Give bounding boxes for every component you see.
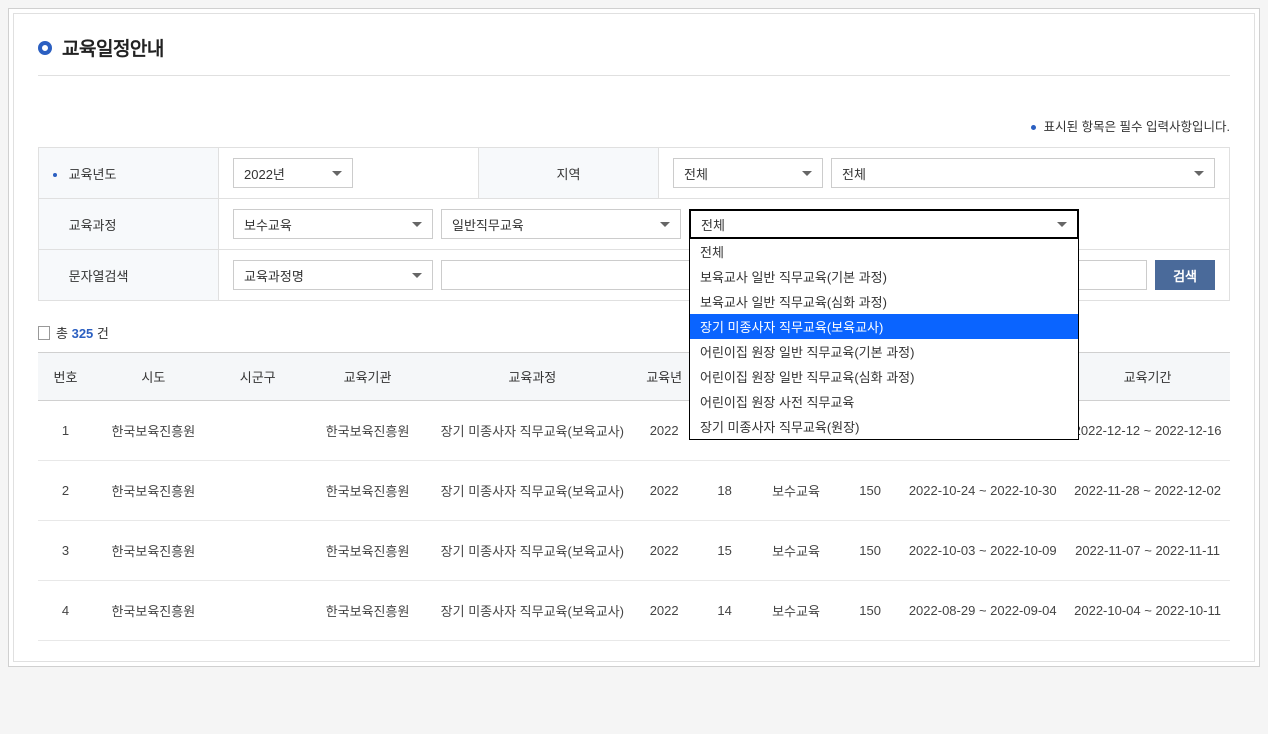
cell-sido: 한국보육진흥원 [93,461,214,521]
cell-c7: 18 [697,461,752,521]
year-select[interactable]: 2022년 [233,158,353,188]
course-type3-value: 전체 [701,215,725,234]
chevron-down-icon [1057,222,1067,227]
th-no: 번호 [38,353,93,401]
chevron-down-icon [412,222,422,227]
filter-label-year: 교육년도 [39,148,219,199]
cell-course: 장기 미종사자 직무교육(보육교사) [433,521,631,581]
table-row[interactable]: 4한국보육진흥원한국보육진흥원장기 미종사자 직무교육(보육교사)202214보… [38,581,1230,641]
course-type3-dropdown[interactable]: 전체보육교사 일반 직무교육(기본 과정)보육교사 일반 직무교육(심화 과정)… [689,239,1079,440]
filter-label-textsearch: 문자열검색 [39,250,219,301]
filter-label-region: 지역 [479,148,659,199]
th-course: 교육과정 [433,353,631,401]
cell-c9: 150 [840,461,900,521]
cell-sigungu [214,401,302,461]
search-button[interactable]: 검색 [1155,260,1215,290]
cell-period2: 2022-10-04 ~ 2022-10-11 [1065,581,1230,641]
cell-inst: 한국보육진흥원 [302,401,434,461]
cell-course: 장기 미종사자 직무교육(보육교사) [433,581,631,641]
table-row[interactable]: 2한국보육진흥원한국보육진흥원장기 미종사자 직무교육(보육교사)202218보… [38,461,1230,521]
th-sigungu: 시군구 [214,353,302,401]
cell-no: 4 [38,581,93,641]
th-inst: 교육기관 [302,353,434,401]
cell-c8: 보수교육 [752,461,840,521]
course-type1-value: 보수교육 [244,215,292,234]
cell-no: 1 [38,401,93,461]
cell-course: 장기 미종사자 직무교육(보육교사) [433,401,631,461]
dropdown-option[interactable]: 전체 [690,239,1078,264]
count-number: 325 [72,326,94,341]
cell-year: 2022 [631,521,697,581]
region2-select[interactable]: 전체 [831,158,1215,188]
chevron-down-icon [802,171,812,176]
dropdown-option[interactable]: 보육교사 일반 직무교육(기본 과정) [690,264,1078,289]
dropdown-option[interactable]: 장기 미종사자 직무교육(보육교사) [690,314,1078,339]
cell-sigungu [214,581,302,641]
chevron-down-icon [412,273,422,278]
cell-course: 장기 미종사자 직무교육(보육교사) [433,461,631,521]
cell-sigungu [214,521,302,581]
cell-period2: 2022-11-28 ~ 2022-12-02 [1065,461,1230,521]
cell-period1: 2022-10-24 ~ 2022-10-30 [900,461,1065,521]
chevron-down-icon [332,171,342,176]
cell-year: 2022 [631,581,697,641]
cell-inst: 한국보육진흥원 [302,521,434,581]
course-type1-select[interactable]: 보수교육 [233,209,433,239]
page-header: 교육일정안내 [38,34,1230,75]
cell-period2: 2022-11-07 ~ 2022-11-11 [1065,521,1230,581]
count-prefix: 총 [56,326,68,341]
header-divider [38,75,1230,76]
cell-sido: 한국보육진흥원 [93,401,214,461]
document-icon [38,326,50,340]
course-type2-value: 일반직무교육 [452,215,524,234]
cell-sido: 한국보육진흥원 [93,521,214,581]
search-type-select[interactable]: 교육과정명 [233,260,433,290]
region2-value: 전체 [842,164,866,183]
dropdown-option[interactable]: 장기 미종사자 직무교육(원장) [690,414,1078,439]
chevron-down-icon [660,222,670,227]
dropdown-option[interactable]: 어린이집 원장 사전 직무교육 [690,389,1078,414]
course-type2-select[interactable]: 일반직무교육 [441,209,681,239]
table-row[interactable]: 3한국보육진흥원한국보육진흥원장기 미종사자 직무교육(보육교사)202215보… [38,521,1230,581]
count-suffix: 건 [97,326,109,341]
th-period: 교육기간 [1065,353,1230,401]
course-type3-select[interactable]: 전체 [689,209,1079,239]
cell-period1: 2022-10-03 ~ 2022-10-09 [900,521,1065,581]
dropdown-option[interactable]: 보육교사 일반 직무교육(심화 과정) [690,289,1078,314]
cell-c9: 150 [840,521,900,581]
dot-icon [53,173,57,177]
required-notice: 표시된 항목은 필수 입력사항입니다. [38,116,1230,135]
cell-year: 2022 [631,401,697,461]
cell-c7: 15 [697,521,752,581]
cell-inst: 한국보육진흥원 [302,581,434,641]
cell-c8: 보수교육 [752,521,840,581]
cell-c9: 150 [840,581,900,641]
cell-period2: 2022-12-12 ~ 2022-12-16 [1065,401,1230,461]
cell-period1: 2022-08-29 ~ 2022-09-04 [900,581,1065,641]
search-type-value: 교육과정명 [244,266,304,285]
year-select-value: 2022년 [244,164,285,183]
dropdown-option[interactable]: 어린이집 원장 일반 직무교육(심화 과정) [690,364,1078,389]
notice-text: 표시된 항목은 필수 입력사항입니다. [1044,120,1230,134]
region1-select[interactable]: 전체 [673,158,823,188]
bullet-icon [38,41,52,55]
chevron-down-icon [1194,171,1204,176]
th-sido: 시도 [93,353,214,401]
dropdown-option[interactable]: 어린이집 원장 일반 직무교육(기본 과정) [690,339,1078,364]
cell-sigungu [214,461,302,521]
page-title: 교육일정안내 [62,34,164,61]
cell-c7: 14 [697,581,752,641]
region1-value: 전체 [684,164,708,183]
notice-dot-icon [1031,125,1036,130]
th-year: 교육년 [631,353,697,401]
cell-no: 3 [38,521,93,581]
filter-label-course: 교육과정 [39,199,219,250]
cell-no: 2 [38,461,93,521]
cell-year: 2022 [631,461,697,521]
cell-sido: 한국보육진흥원 [93,581,214,641]
cell-c8: 보수교육 [752,581,840,641]
cell-inst: 한국보육진흥원 [302,461,434,521]
